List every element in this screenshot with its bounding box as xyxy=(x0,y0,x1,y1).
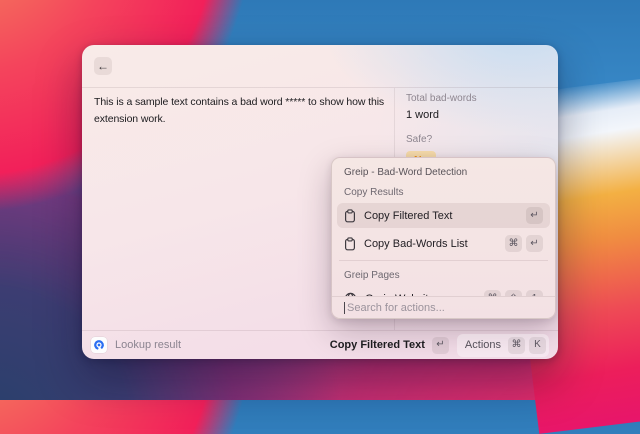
actions-list: Greip - Bad-Word Detection Copy Results … xyxy=(332,158,555,296)
raycast-window: ← This is a sample text contains a bad w… xyxy=(82,45,558,359)
action-copy-filtered-text[interactable]: Copy Filtered Text ↵ xyxy=(337,203,550,228)
key-k: K xyxy=(529,337,546,354)
clipboard-icon xyxy=(344,209,356,223)
metadata-value-total: 1 word xyxy=(406,109,548,121)
primary-action-button[interactable]: Copy Filtered Text ↵ xyxy=(330,337,449,354)
filtered-text-output: This is a sample text contains a bad wor… xyxy=(94,94,386,128)
clipboard-icon xyxy=(344,237,356,251)
action-label: Copy Filtered Text xyxy=(364,210,518,222)
actions-popup: Greip - Bad-Word Detection Copy Results … xyxy=(331,157,556,319)
action-label: Copy Bad-Words List xyxy=(364,238,497,250)
metadata-label-safe: Safe? xyxy=(406,134,548,145)
command-key-icon: ⌘ xyxy=(508,337,525,354)
text-cursor xyxy=(344,302,345,314)
back-button[interactable]: ← xyxy=(94,57,112,75)
metadata-label-total: Total bad-words xyxy=(406,93,548,104)
detail-view: This is a sample text contains a bad wor… xyxy=(82,88,558,330)
return-key-icon: ↵ xyxy=(526,235,543,252)
popup-section-divider xyxy=(339,260,548,261)
return-key-icon: ↵ xyxy=(432,337,449,354)
primary-action-label: Copy Filtered Text xyxy=(330,339,425,351)
window-header: ← xyxy=(82,45,558,87)
actions-menu-button[interactable]: Actions ⌘ K xyxy=(457,334,549,357)
section-greip-pages: Greip Pages xyxy=(344,270,543,281)
actions-search-input[interactable]: Search for actions... xyxy=(332,296,555,318)
popup-title: Greip - Bad-Word Detection xyxy=(344,167,543,178)
search-placeholder: Search for actions... xyxy=(347,302,445,314)
command-title: Lookup result xyxy=(115,339,181,351)
section-copy-results: Copy Results xyxy=(344,187,543,198)
action-copy-badwords-list[interactable]: Copy Bad-Words List ⌘ ↵ xyxy=(337,231,550,256)
actions-button-label: Actions xyxy=(465,339,501,351)
action-greip-website[interactable]: Greip Website ⌘ ⇧ 1 xyxy=(337,286,550,296)
return-key-icon: ↵ xyxy=(526,207,543,224)
footer-bar: Lookup result Copy Filtered Text ↵ Actio… xyxy=(82,330,558,359)
back-arrow-icon: ← xyxy=(97,60,109,72)
command-key-icon: ⌘ xyxy=(505,235,522,252)
greip-logo-icon xyxy=(91,337,107,353)
